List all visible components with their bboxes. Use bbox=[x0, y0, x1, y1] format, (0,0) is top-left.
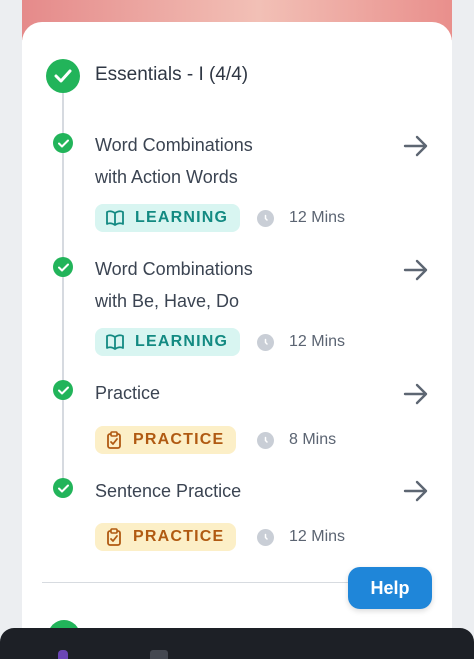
clock-icon bbox=[257, 529, 274, 546]
section-check-icon bbox=[46, 59, 80, 93]
arrow-right-icon[interactable] bbox=[402, 382, 430, 406]
title-line-2: with Be, Have, Do bbox=[95, 291, 240, 311]
item-check-icon bbox=[53, 380, 73, 400]
lesson-item-title[interactable]: Word Combinations with Action Words bbox=[95, 129, 355, 193]
arrow-right-icon[interactable] bbox=[402, 134, 430, 158]
arrow-right-icon[interactable] bbox=[402, 258, 430, 282]
item-check-icon bbox=[53, 478, 73, 498]
clock-icon bbox=[257, 334, 274, 351]
badge-label: PRACTICE bbox=[133, 528, 225, 545]
duration-text: 8 Mins bbox=[289, 431, 337, 448]
lesson-item-title[interactable]: Word Combinations with Be, Have, Do bbox=[95, 253, 355, 317]
item-check-icon bbox=[53, 257, 73, 277]
title-line-1: Word Combinations bbox=[95, 135, 253, 155]
arrow-right-icon[interactable] bbox=[402, 479, 430, 503]
practice-badge: PRACTICE bbox=[95, 523, 237, 551]
book-open-icon bbox=[106, 210, 124, 226]
book-open-icon bbox=[106, 334, 124, 350]
badge-label: LEARNING bbox=[135, 209, 229, 226]
clipboard-check-icon bbox=[107, 431, 121, 449]
title-line-1: Sentence Practice bbox=[95, 481, 242, 501]
title-line-1: Word Combinations bbox=[95, 259, 253, 279]
title-line-2: with Action Words bbox=[95, 167, 238, 187]
title-line-1: Practice bbox=[95, 383, 161, 403]
learning-badge: LEARNING bbox=[95, 328, 241, 356]
lesson-item-title[interactable]: Practice bbox=[95, 377, 355, 409]
help-button[interactable]: Help bbox=[348, 567, 432, 609]
clipboard-check-icon bbox=[107, 528, 121, 546]
badge-label: LEARNING bbox=[135, 333, 229, 350]
learning-badge: LEARNING bbox=[95, 204, 241, 232]
duration-text: 12 Mins bbox=[289, 528, 346, 545]
clock-icon bbox=[257, 210, 274, 227]
item-check-icon bbox=[53, 133, 73, 153]
duration-text: 12 Mins bbox=[289, 209, 346, 226]
bottom-nav-bar bbox=[0, 628, 474, 659]
practice-badge: PRACTICE bbox=[95, 426, 237, 454]
duration-text: 12 Mins bbox=[289, 333, 346, 350]
lesson-item-title[interactable]: Sentence Practice bbox=[95, 475, 355, 507]
clock-icon bbox=[257, 432, 274, 449]
nav-icon[interactable] bbox=[150, 650, 168, 659]
nav-icon[interactable] bbox=[58, 650, 68, 659]
timeline-line bbox=[62, 93, 64, 493]
section-title: Essentials - I (4/4) bbox=[95, 64, 249, 85]
badge-label: PRACTICE bbox=[133, 431, 225, 448]
